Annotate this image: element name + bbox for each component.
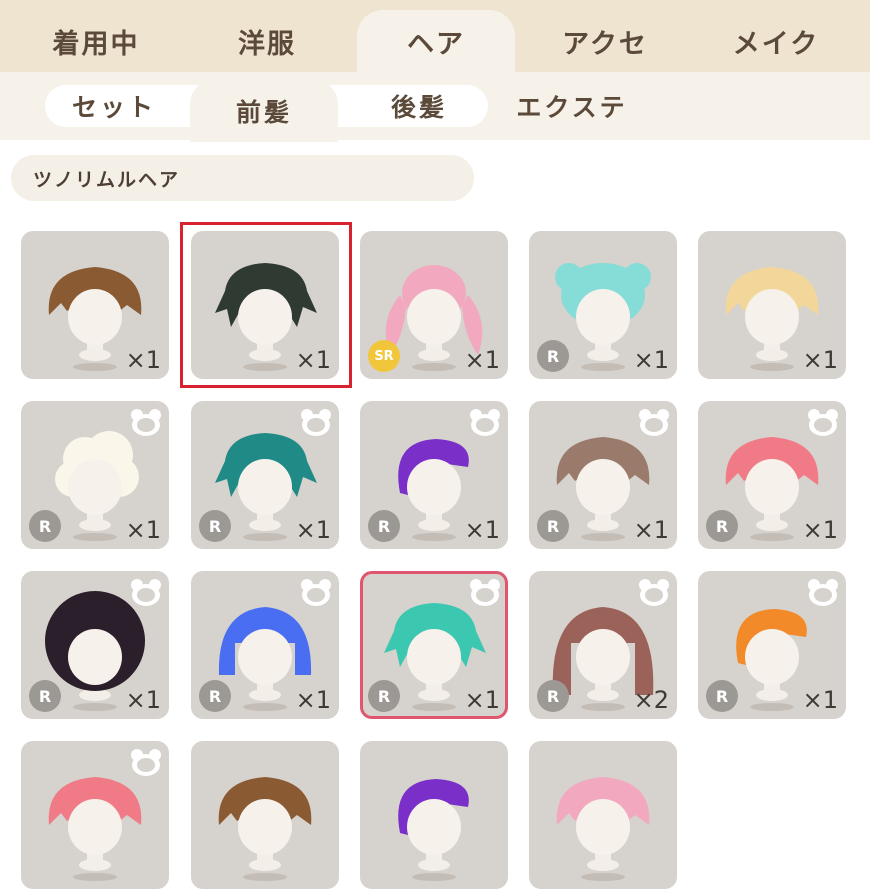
tab-wearing[interactable]: 着用中 (17, 10, 175, 72)
hair-item-card[interactable]: R ×1 (191, 401, 339, 549)
quantity-label: ×1 (295, 346, 331, 374)
rarity-badge: R (537, 340, 569, 372)
quantity-label: ×1 (125, 686, 161, 714)
hair-item-card[interactable]: ×1 (191, 231, 339, 379)
hair-item-card[interactable]: SR ×1 (360, 231, 508, 379)
quantity-label: ×1 (125, 516, 161, 544)
hair-item-card[interactable] (529, 741, 677, 889)
hair-preview-image (556, 777, 650, 881)
quantity-label: ×1 (464, 516, 500, 544)
quantity-label: ×2 (633, 686, 669, 714)
subtab-set[interactable]: セット (40, 85, 188, 127)
hair-item-card[interactable]: R ×1 (698, 401, 846, 549)
hair-item-card[interactable]: R ×1 (529, 401, 677, 549)
quantity-label: ×1 (633, 516, 669, 544)
hair-item-card[interactable]: ×1 (698, 231, 846, 379)
item-name-label: ツノリムルヘア (11, 155, 474, 201)
quantity-label: ×1 (295, 686, 331, 714)
hair-item-card[interactable]: R ×1 (21, 571, 169, 719)
bear-icon (468, 577, 502, 611)
bear-icon (299, 577, 333, 611)
hair-item-card[interactable]: R ×1 (21, 401, 169, 549)
tab-clothes[interactable]: 洋服 (188, 10, 346, 72)
category-tab-bar: 着用中 洋服 ヘア アクセ メイク (0, 0, 870, 72)
bear-icon (806, 577, 840, 611)
rarity-badge: R (29, 510, 61, 542)
hair-item-card[interactable]: ×1 (21, 231, 169, 379)
quantity-label: ×1 (464, 686, 500, 714)
bear-icon (129, 577, 163, 611)
rarity-badge: R (29, 680, 61, 712)
rarity-badge: R (537, 680, 569, 712)
hair-item-card[interactable]: R ×1 (360, 401, 508, 549)
bear-icon (468, 407, 502, 441)
hair-preview-image (398, 779, 469, 881)
hair-item-card[interactable]: R ×1 (529, 231, 677, 379)
hair-item-card[interactable] (360, 741, 508, 889)
rarity-badge: R (368, 510, 400, 542)
subtab-bangs[interactable]: 前髪 (190, 80, 338, 142)
tab-makeup[interactable]: メイク (697, 10, 855, 72)
rarity-badge: R (199, 510, 231, 542)
bear-icon (637, 577, 671, 611)
hair-item-card[interactable]: R ×1 (360, 571, 508, 719)
quantity-label: ×1 (802, 346, 838, 374)
rarity-badge: R (199, 680, 231, 712)
quantity-label: ×1 (295, 516, 331, 544)
hair-item-card[interactable]: R ×1 (191, 571, 339, 719)
quantity-label: ×1 (802, 516, 838, 544)
hair-item-card[interactable]: R ×1 (698, 571, 846, 719)
rarity-badge: R (537, 510, 569, 542)
quantity-label: ×1 (125, 346, 161, 374)
quantity-label: ×1 (633, 346, 669, 374)
subtab-back-hair[interactable]: 後髪 (345, 85, 493, 127)
quantity-label: ×1 (802, 686, 838, 714)
tab-accessory[interactable]: アクセ (526, 10, 684, 72)
hair-item-card[interactable] (191, 741, 339, 889)
bear-icon (806, 407, 840, 441)
bear-icon (299, 407, 333, 441)
bear-icon (129, 407, 163, 441)
rarity-badge: R (368, 680, 400, 712)
rarity-badge: R (706, 510, 738, 542)
bear-icon (637, 407, 671, 441)
hair-item-card[interactable] (21, 741, 169, 889)
subcategory-tab-bar: セット 前髪 後髪 エクステ (0, 72, 870, 142)
hair-item-card[interactable]: R ×2 (529, 571, 677, 719)
tab-hair[interactable]: ヘア (357, 10, 515, 72)
hair-preview-image (218, 777, 312, 881)
subtab-extensions[interactable]: エクステ (498, 85, 646, 127)
quantity-label: ×1 (464, 346, 500, 374)
rarity-badge: SR (368, 340, 400, 372)
rarity-badge: R (706, 680, 738, 712)
